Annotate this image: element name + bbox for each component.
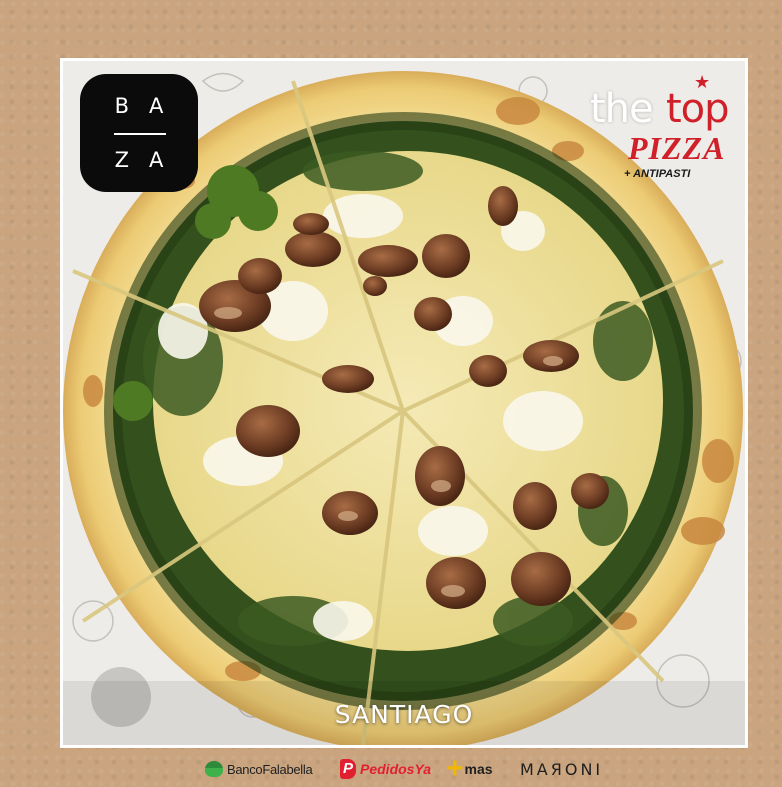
thetop-logo-pizza: PIZZA	[628, 130, 726, 166]
falabella-leaf-icon	[205, 761, 223, 777]
sponsor-pedidosya: P PedidosYa	[340, 758, 431, 780]
sponsor-banco-falabella: BancoFalabella	[205, 758, 313, 780]
city-caption: SANTIAGO	[334, 700, 474, 729]
pedidosya-icon: P	[340, 759, 356, 779]
baza-logo-divider	[114, 133, 166, 135]
sponsor-falabella-label: BancoFalabella	[227, 761, 313, 777]
baza-logo: BA ZA	[80, 74, 198, 192]
baza-logo-line1: BA	[114, 94, 184, 118]
thetop-logo-the: the	[590, 86, 654, 132]
sponsor-logos: BancoFalabella P PedidosYa + mas MAЯONI	[0, 752, 782, 786]
thetop-pizza-logo: the top ★ PIZZA + ANTIPASTI	[590, 72, 740, 196]
sponsor-mas: + mas	[446, 752, 493, 785]
plus-icon: +	[446, 752, 464, 785]
baza-logo-line2: ZA	[114, 148, 184, 172]
sponsor-pedidosya-label: PedidosYa	[360, 761, 432, 777]
sponsor-mas-label: mas	[464, 761, 493, 777]
sponsor-maroni-label: MAЯONI	[520, 759, 604, 779]
star-icon: ★	[694, 72, 711, 92]
sponsor-maroni: MAЯONI	[520, 758, 603, 780]
kraft-background: BA ZA the top ★ PIZZA + ANTIPASTI SANTIA…	[0, 0, 782, 787]
thetop-logo-antipasti: + ANTIPASTI	[624, 168, 691, 180]
